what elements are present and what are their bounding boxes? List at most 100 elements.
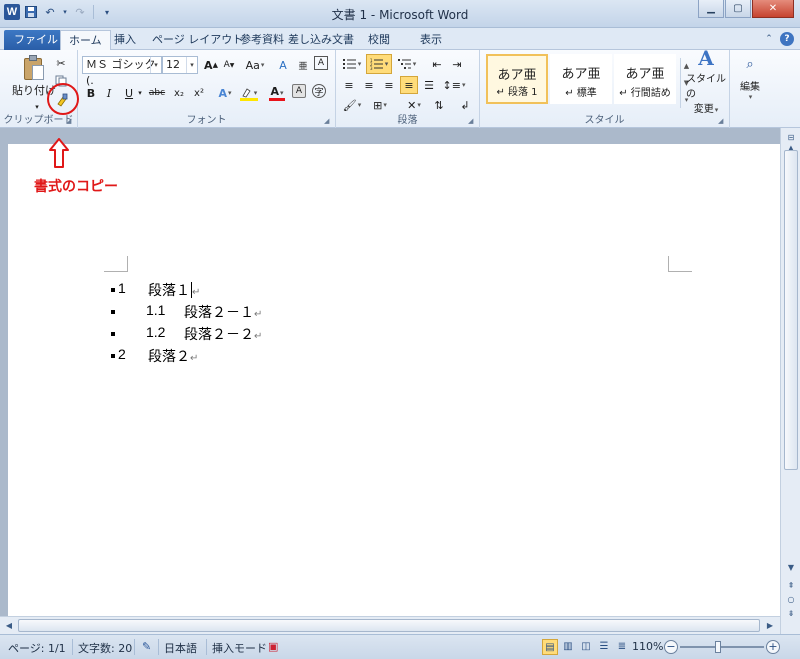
increase-indent-icon[interactable]: ⇥: [448, 55, 466, 73]
numbering-icon[interactable]: 1 2 3 ▾: [366, 54, 392, 74]
ribbon-tab-row: ファイル ホーム 挿入 ページ レイアウト 参考資料 差し込み文書 校閲 表示 …: [0, 28, 800, 50]
change-styles-button[interactable]: A スタイルの 変更▾: [686, 46, 726, 115]
list-item[interactable]: 段落２↵: [148, 346, 198, 366]
tab-insert[interactable]: 挿入: [106, 30, 144, 50]
shrink-font-icon[interactable]: A ▼: [220, 56, 238, 74]
editing-button[interactable]: ⌕ 編集 ▾: [734, 54, 766, 104]
outline-view-icon[interactable]: ☰: [596, 639, 612, 655]
bullets-icon[interactable]: ▾: [340, 55, 364, 73]
styles-launcher-icon[interactable]: ◢: [718, 117, 726, 125]
scroll-down-icon[interactable]: ▼: [785, 562, 797, 574]
grow-font-icon[interactable]: A ▲: [202, 56, 220, 74]
insert-mode-indicator[interactable]: 挿入モード: [212, 640, 267, 656]
underline-dropdown-icon[interactable]: ▾: [136, 84, 144, 102]
style-name: ↵ 段落 1: [496, 87, 538, 98]
list-number: 1: [118, 280, 126, 296]
tab-review[interactable]: 校閲: [360, 30, 398, 50]
annotation-circle: [47, 83, 79, 115]
chevron-down-icon[interactable]: ▾: [150, 57, 161, 73]
previous-page-icon[interactable]: ⇞: [785, 580, 797, 592]
italic-button[interactable]: I: [100, 84, 118, 102]
font-size-value: 12: [166, 58, 180, 71]
font-launcher-icon[interactable]: ◢: [324, 117, 332, 125]
clipboard-launcher-icon[interactable]: ◢: [66, 117, 74, 125]
tab-view[interactable]: 表示: [412, 30, 450, 50]
word-count[interactable]: 文字数: 20: [78, 640, 132, 656]
font-color-icon[interactable]: A ▾: [266, 84, 288, 102]
phonetic-guide-icon[interactable]: 亜: [294, 56, 312, 74]
vertical-scroll-thumb[interactable]: [784, 150, 798, 470]
next-page-icon[interactable]: ⇟: [785, 608, 797, 620]
strikethrough-button[interactable]: abc: [146, 84, 168, 102]
draft-view-icon[interactable]: ≣: [614, 639, 630, 655]
language-indicator[interactable]: 日本語: [164, 640, 197, 656]
font-group: ＭＳ ゴシック (. ▾ 12 ▾ A ▲ A ▼ Aa ▾ A 亜 A B I U …: [78, 50, 336, 128]
maximize-button[interactable]: ▢: [725, 0, 751, 18]
change-case-icon[interactable]: Aa ▾: [244, 56, 266, 74]
justify-icon[interactable]: ≡: [400, 76, 418, 94]
window-title: 文書 1 - Microsoft Word: [331, 8, 469, 22]
style-gallery: あア亜 ↵ 段落 1 あア亜 ↵ 標準 あア亜 ↵ 行間詰め ▲ ▼ ▾: [486, 54, 689, 108]
distributed-icon[interactable]: ☰: [420, 76, 438, 94]
print-layout-view-icon[interactable]: ▤: [542, 639, 558, 655]
page-count[interactable]: ページ: 1/1: [8, 640, 66, 656]
document-page[interactable]: 1 段落１ ↵ 1.1 段落２－１↵ 1.2 段落２－２↵ 2 段落２↵: [8, 144, 780, 634]
paragraph-launcher-icon[interactable]: ◢: [468, 117, 476, 125]
tab-mailings[interactable]: 差し込み文書: [280, 30, 362, 50]
decrease-indent-icon[interactable]: ⇤: [428, 55, 446, 73]
zoom-slider-track[interactable]: [680, 646, 764, 648]
page-corner-mark: [104, 256, 128, 272]
subscript-button[interactable]: x₂: [170, 84, 188, 102]
style-item-heading1[interactable]: あア亜 ↵ 段落 1: [486, 54, 548, 104]
style-item-no-spacing[interactable]: あア亜 ↵ 行間詰め: [614, 54, 676, 104]
font-size-combobox[interactable]: 12 ▾: [162, 56, 198, 74]
style-name: ↵ 標準: [565, 88, 597, 99]
character-shading-icon[interactable]: A: [292, 84, 306, 98]
vertical-scrollbar[interactable]: ⊟ ▲ ▼ ⇞ ○ ⇟: [780, 128, 800, 634]
web-layout-view-icon[interactable]: ◫: [578, 639, 594, 655]
cut-icon[interactable]: ✂: [52, 54, 70, 72]
chevron-down-icon[interactable]: ▾: [186, 57, 197, 73]
zoom-out-button[interactable]: −: [664, 640, 678, 654]
list-item[interactable]: 段落２－１↵: [184, 302, 262, 322]
macro-record-icon[interactable]: ▣: [268, 640, 278, 653]
highlight-color-icon[interactable]: ▾: [238, 84, 260, 102]
browse-object-icon[interactable]: ○: [785, 594, 797, 606]
scroll-right-icon[interactable]: ▶: [764, 620, 776, 632]
character-border-icon[interactable]: A: [314, 56, 328, 70]
full-screen-reading-view-icon[interactable]: ▥: [560, 639, 576, 655]
zoom-in-button[interactable]: +: [766, 640, 780, 654]
superscript-button[interactable]: x²: [190, 84, 208, 102]
minimize-ribbon-icon[interactable]: ⌃: [762, 32, 776, 46]
editing-label: 編集: [740, 82, 760, 93]
align-center-icon[interactable]: ≡: [360, 76, 378, 94]
tab-home[interactable]: ホーム: [60, 30, 111, 50]
font-name-combobox[interactable]: ＭＳ ゴシック (. ▾: [82, 56, 162, 87]
paste-icon[interactable]: [22, 55, 46, 83]
align-right-icon[interactable]: ≡: [380, 76, 398, 94]
clear-formatting-icon[interactable]: A: [274, 56, 292, 74]
enclose-characters-icon[interactable]: 字: [312, 84, 326, 98]
scroll-left-icon[interactable]: ◀: [3, 620, 15, 632]
list-item[interactable]: 段落２－２↵: [184, 324, 262, 344]
text-effects-icon[interactable]: A ▾: [214, 84, 236, 102]
tab-file[interactable]: ファイル: [4, 30, 68, 50]
horizontal-scrollbar[interactable]: ◀ ▶: [0, 616, 780, 634]
align-left-icon[interactable]: ≡: [340, 76, 358, 94]
line-spacing-icon[interactable]: ↕≡ ▾: [442, 76, 466, 94]
zoom-level[interactable]: 110%: [632, 640, 663, 653]
list-number: 2: [118, 346, 126, 362]
style-item-normal[interactable]: あア亜 ↵ 標準: [550, 54, 612, 104]
close-button[interactable]: ✕: [752, 0, 794, 18]
zoom-slider-thumb[interactable]: [715, 641, 721, 653]
minimize-button[interactable]: ▁: [698, 0, 724, 18]
horizontal-scroll-thumb[interactable]: [18, 619, 760, 632]
proofing-icon[interactable]: ✎: [142, 640, 151, 653]
annotation-label: 書式のコピー: [34, 179, 118, 195]
multilevel-list-icon[interactable]: ▾: [394, 55, 420, 73]
list-item[interactable]: 段落１ ↵: [148, 280, 200, 300]
help-icon[interactable]: ?: [780, 32, 794, 46]
bold-button[interactable]: B: [82, 84, 100, 102]
paragraph-group: ▾ 1 2 3 ▾ ▾ ⇤ ⇥ ≡ ≡ ≡ ≡ ☰ ↕≡ ▾ 🖌 ▾ ⊞ ▾ ✕ ▾ ⇅ ↲ …: [336, 50, 480, 128]
styles-group: あア亜 ↵ 段落 1 あア亜 ↵ 標準 あア亜 ↵ 行間詰め ▲ ▼ ▾ A ス…: [480, 46, 730, 128]
